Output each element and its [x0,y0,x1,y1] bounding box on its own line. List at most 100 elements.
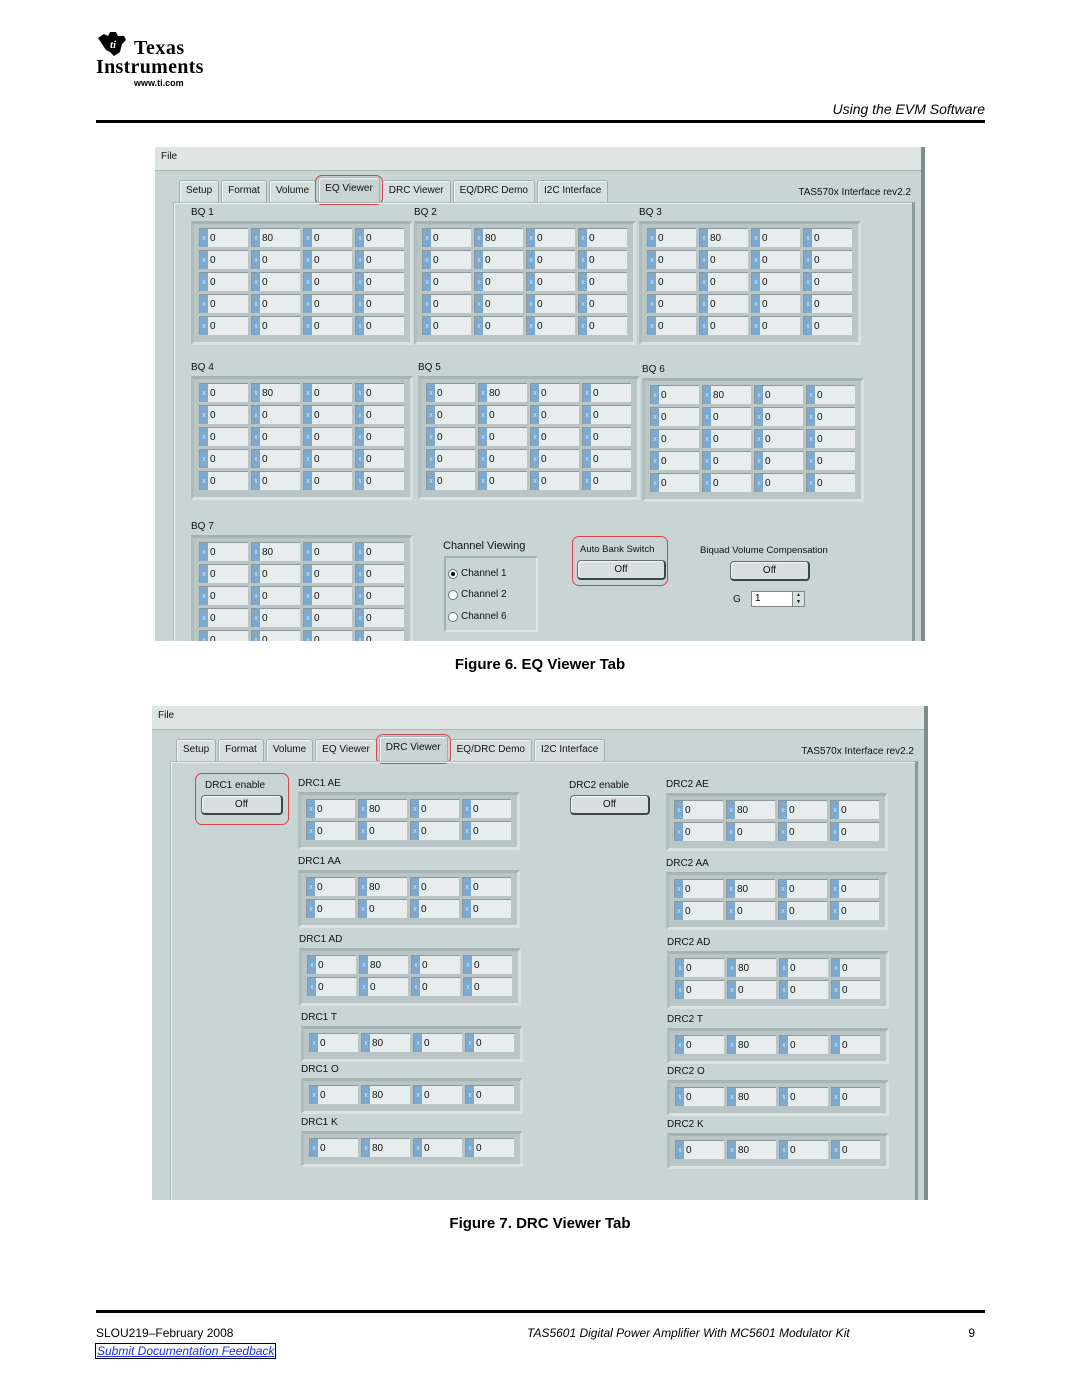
hex-input[interactable]: x0 [779,1140,828,1159]
hex-radix-icon[interactable]: x [479,428,487,446]
hex-input[interactable]: x 80 [359,955,408,974]
tab-format[interactable]: Format [218,739,264,761]
hex-radix-icon[interactable]: x [527,317,535,335]
hex-radix-icon[interactable]: x [804,273,812,291]
hex-input[interactable]: x0 [754,385,803,404]
hex-radix-icon[interactable]: x [676,1088,684,1106]
hex-radix-icon[interactable]: x [807,408,815,426]
hex-radix-icon[interactable]: x [308,978,316,996]
hex-radix-icon[interactable]: x [727,880,735,898]
hex-input[interactable]: x0 [359,977,408,996]
hex-radix-icon[interactable]: x [579,295,587,313]
hex-input[interactable]: x0 [650,473,699,492]
radio-channel-6[interactable]: Channel 6 [448,611,507,622]
hex-input[interactable]: x0 [355,630,404,641]
hex-input[interactable]: x0 [474,316,523,335]
hex-input[interactable]: x0 [478,427,527,446]
hex-input[interactable]: x0 [778,901,827,920]
biquad-volume-comp-button[interactable]: Off [730,561,810,581]
hex-radix-icon[interactable]: x [832,1141,840,1159]
hex-input[interactable]: x0 [199,542,248,561]
hex-radix-icon[interactable]: x [583,450,591,468]
hex-radix-icon[interactable]: x [703,386,711,404]
hex-input[interactable]: x0 [355,471,404,490]
hex-radix-icon[interactable]: x [307,900,315,918]
hex-input[interactable]: x0 [478,449,527,468]
hex-input[interactable]: x0 [831,1035,880,1054]
hex-radix-icon[interactable]: x [200,229,208,247]
hex-input[interactable]: x0 [463,977,512,996]
hex-radix-icon[interactable]: x [200,428,208,446]
hex-input[interactable]: x0 [358,821,407,840]
hex-radix-icon[interactable]: x [727,902,735,920]
hex-radix-icon[interactable]: x [780,1036,788,1054]
hex-radix-icon[interactable]: x [356,472,364,490]
hex-radix-icon[interactable]: x [304,251,312,269]
hex-radix-icon[interactable]: x [356,384,364,402]
hex-input[interactable]: x0 [803,228,852,247]
hex-input[interactable]: x0 [306,877,355,896]
hex-radix-icon[interactable]: x [200,565,208,583]
hex-radix-icon[interactable]: x [423,317,431,335]
drc2-enable-button[interactable]: Off [570,795,650,815]
hex-radix-icon[interactable]: x [780,959,788,977]
hex-input[interactable]: x0 [426,405,475,424]
hex-radix-icon[interactable]: x [703,408,711,426]
hex-input[interactable]: x0 [779,1087,828,1106]
hex-input[interactable]: x0 [199,228,248,247]
hex-radix-icon[interactable]: x [583,406,591,424]
hex-input[interactable]: x0 [355,405,404,424]
hex-input[interactable]: x0 [530,471,579,490]
hex-input[interactable]: x0 [778,879,827,898]
hex-input[interactable]: x 80 [702,385,751,404]
hex-radix-icon[interactable]: x [832,1036,840,1054]
hex-input[interactable]: x0 [474,272,523,291]
hex-input[interactable]: x0 [355,316,404,335]
hex-radix-icon[interactable]: x [676,981,684,999]
hex-radix-icon[interactable]: x [464,956,472,974]
hex-radix-icon[interactable]: x [475,273,483,291]
hex-radix-icon[interactable]: x [356,229,364,247]
hex-input[interactable]: x0 [751,250,800,269]
hex-radix-icon[interactable]: x [423,229,431,247]
hex-input[interactable]: x 80 [726,800,775,819]
hex-radix-icon[interactable]: x [579,229,587,247]
hex-input[interactable]: x0 [582,471,631,490]
hex-input[interactable]: x0 [530,427,579,446]
hex-input[interactable]: x0 [307,955,356,974]
hex-radix-icon[interactable]: x [362,1034,370,1052]
tab-eq-drc-demo[interactable]: EQ/DRC Demo [449,739,532,761]
hex-input[interactable]: x0 [699,316,748,335]
hex-input[interactable]: x0 [751,316,800,335]
hex-radix-icon[interactable]: x [427,428,435,446]
hex-radix-icon[interactable]: x [463,900,471,918]
hex-input[interactable]: x0 [303,608,352,627]
hex-input[interactable]: x0 [303,449,352,468]
hex-radix-icon[interactable]: x [832,959,840,977]
hex-input[interactable]: x0 [582,427,631,446]
hex-input[interactable]: x0 [251,316,300,335]
hex-radix-icon[interactable]: x [527,273,535,291]
hex-input[interactable]: x0 [303,564,352,583]
hex-radix-icon[interactable]: x [200,317,208,335]
hex-input[interactable]: x0 [462,799,511,818]
hex-radix-icon[interactable]: x [360,978,368,996]
hex-radix-icon[interactable]: x [412,956,420,974]
hex-input[interactable]: x0 [727,980,776,999]
hex-radix-icon[interactable]: x [675,902,683,920]
hex-radix-icon[interactable]: x [579,251,587,269]
hex-radix-icon[interactable]: x [304,229,312,247]
hex-radix-icon[interactable]: x [527,295,535,313]
hex-radix-icon[interactable]: x [356,295,364,313]
hex-radix-icon[interactable]: x [703,430,711,448]
hex-radix-icon[interactable]: x [308,956,316,974]
hex-input[interactable]: x0 [199,405,248,424]
hex-radix-icon[interactable]: x [780,1141,788,1159]
hex-input[interactable]: x0 [355,608,404,627]
hex-input[interactable]: x0 [831,980,880,999]
hex-radix-icon[interactable]: x [411,900,419,918]
hex-radix-icon[interactable]: x [675,801,683,819]
hex-input[interactable]: x0 [526,228,575,247]
hex-radix-icon[interactable]: x [359,800,367,818]
hex-radix-icon[interactable]: x [755,430,763,448]
